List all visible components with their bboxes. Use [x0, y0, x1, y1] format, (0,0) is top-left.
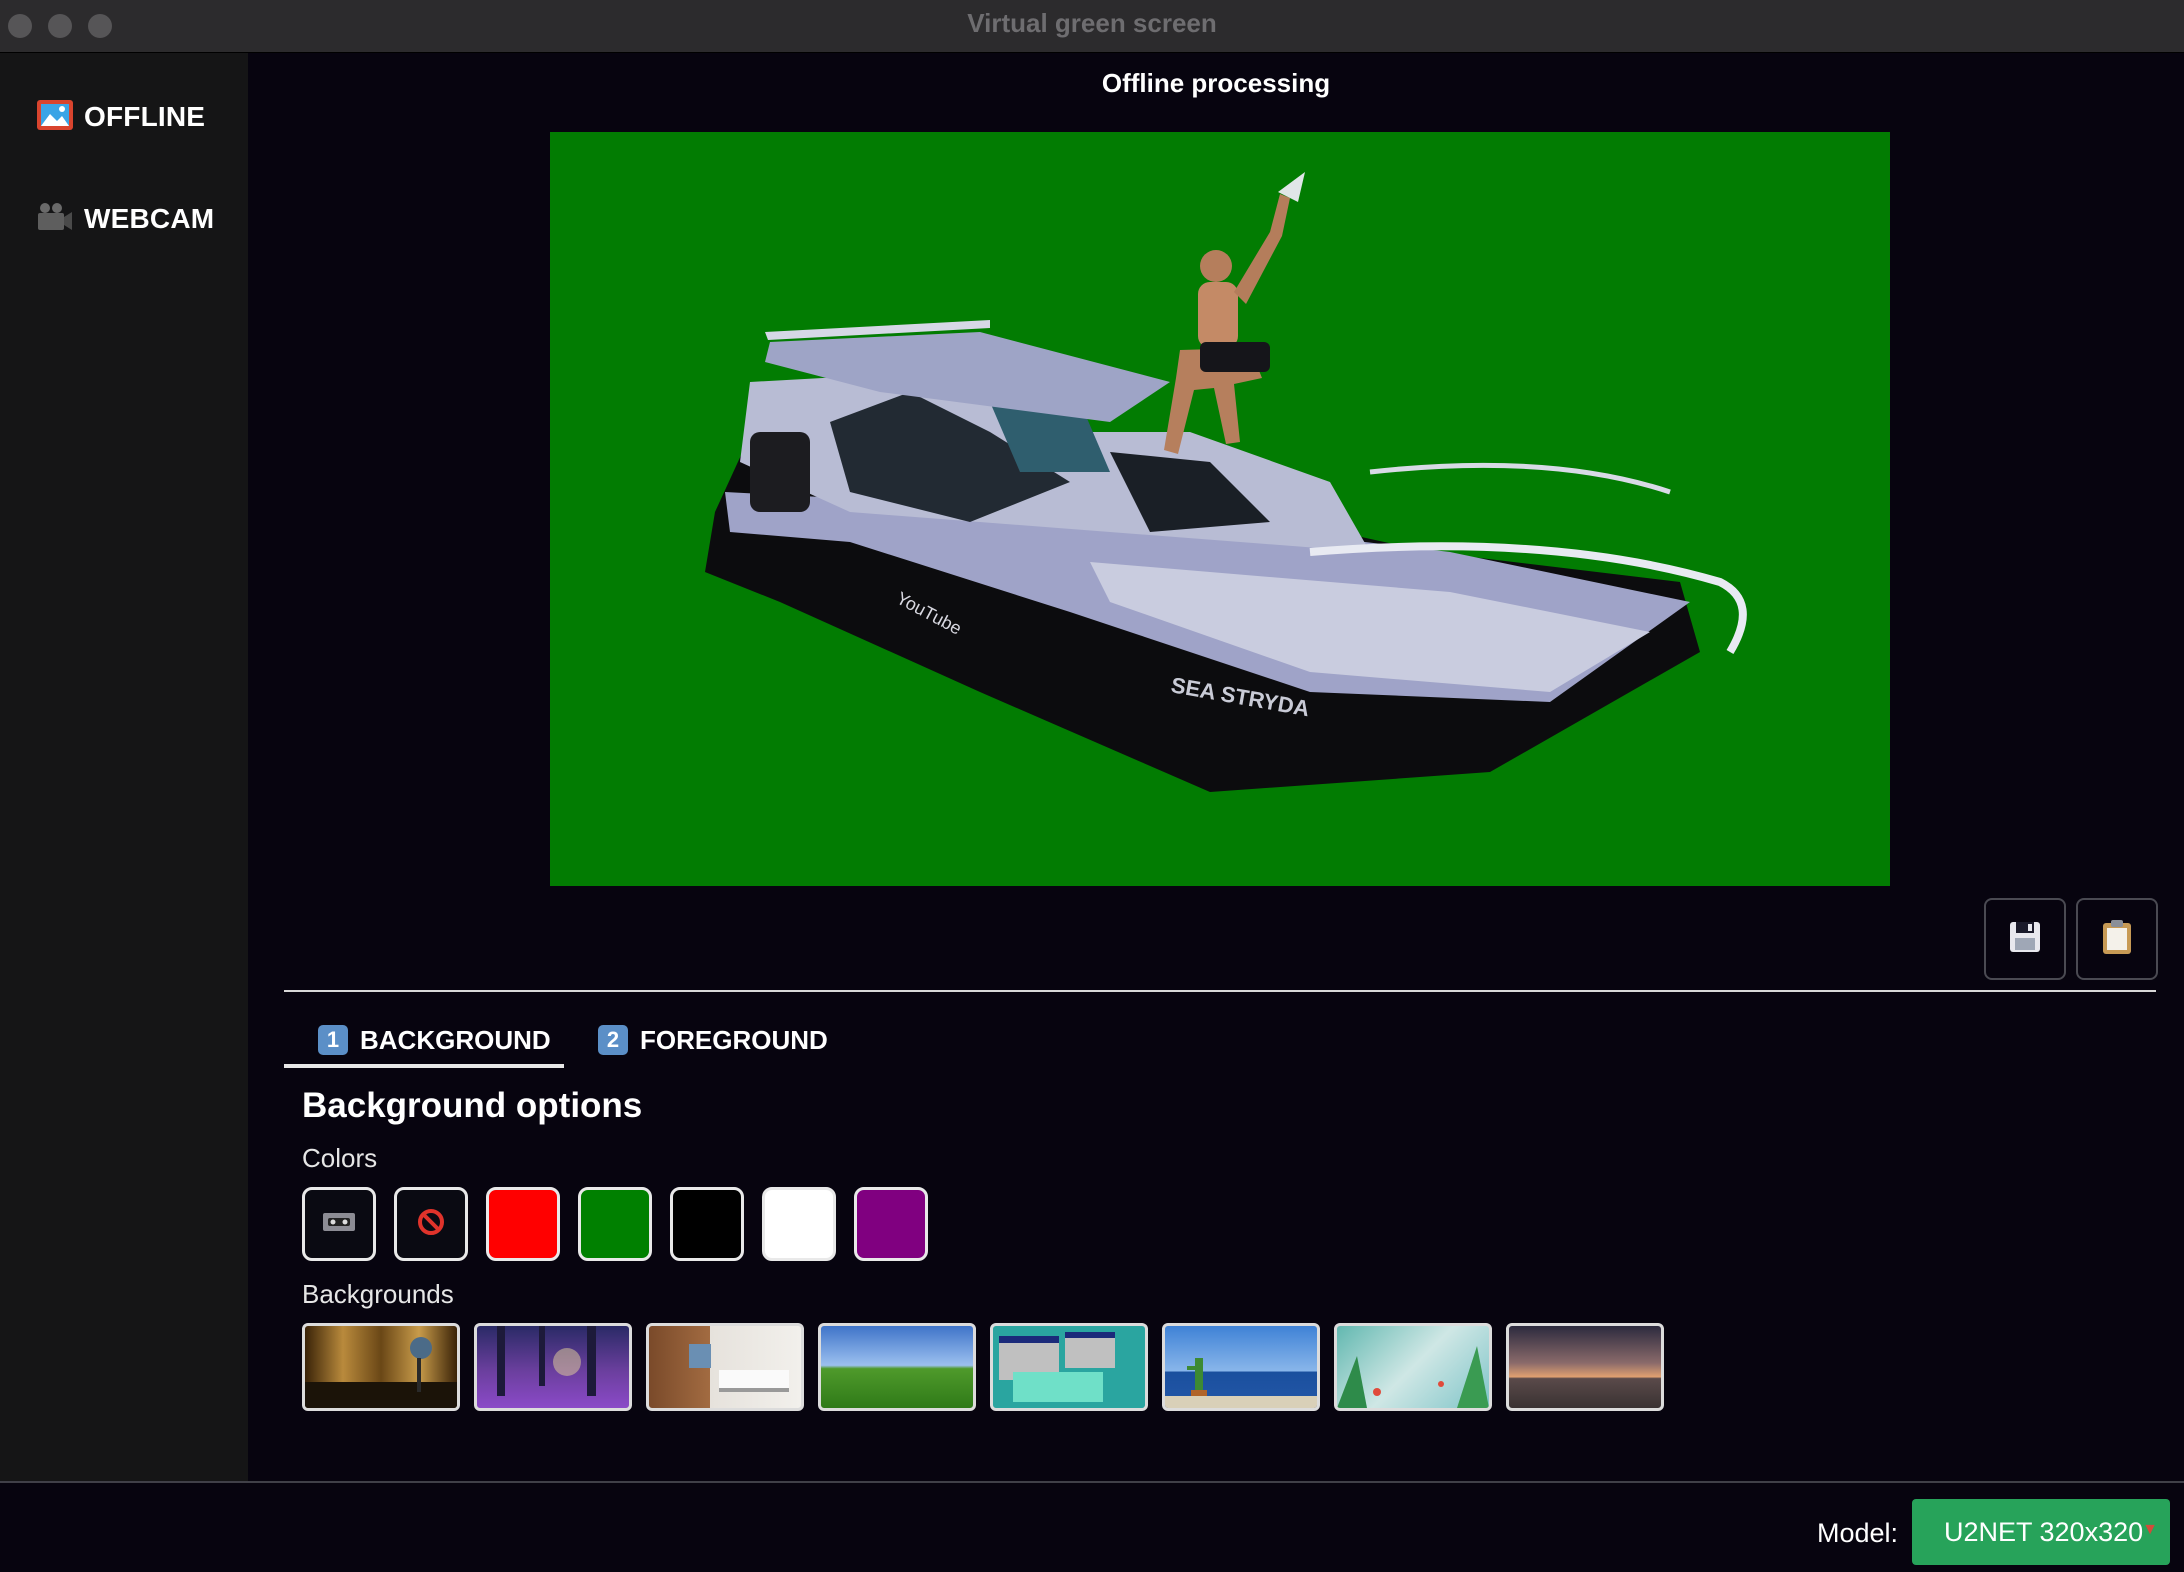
framed-picture-icon — [36, 99, 74, 136]
color-swatch-transparent[interactable] — [302, 1187, 376, 1261]
color-swatch-red[interactable] — [486, 1187, 560, 1261]
background-thumb-wood-office[interactable] — [646, 1323, 804, 1411]
section-divider — [284, 990, 2156, 992]
keycap-two-icon: 2 — [598, 1025, 628, 1055]
color-swatch-green[interactable] — [578, 1187, 652, 1261]
page-title: Offline processing — [1101, 68, 1331, 98]
sidebar-item-webcam[interactable]: WEBCAM — [36, 197, 214, 241]
background-thumb-purple-forest[interactable] — [474, 1323, 632, 1411]
sidebar-item-label: WEBCAM — [84, 203, 215, 234]
window-title: Virtual green screen — [967, 8, 1217, 38]
backgrounds-label: Backgrounds — [302, 1279, 454, 1309]
sidebar-item-label: OFFLINE — [84, 101, 206, 132]
copy-to-clipboard-button[interactable] — [2076, 898, 2158, 980]
chevron-down-icon: ▼ — [2142, 1521, 2158, 1538]
boat-cutout-image: SEA STRYDA YouTube — [705, 172, 1747, 792]
colors-label: Colors — [302, 1143, 378, 1173]
video-cassette-icon — [322, 1211, 356, 1238]
preview-image: SEA STRYDA YouTube — [550, 132, 1890, 886]
background-thumb-tropical-leaves[interactable] — [1334, 1323, 1492, 1411]
model-select[interactable]: U2NET 320x320 ▼ — [1912, 1499, 2170, 1565]
model-label: Model: — [1816, 1518, 1898, 1548]
sidebar-item-offline[interactable]: OFFLINE — [36, 95, 205, 139]
no-entry-sign-icon — [416, 1207, 446, 1242]
color-swatch-white[interactable] — [762, 1187, 836, 1261]
color-swatch-black[interactable] — [670, 1187, 744, 1261]
save-button[interactable] — [1984, 898, 2066, 980]
movie-camera-icon — [36, 201, 74, 238]
color-swatch-purple[interactable] — [854, 1187, 928, 1261]
background-thumb-green-hill[interactable] — [818, 1323, 976, 1411]
background-thumb-sea-cactus[interactable] — [1162, 1323, 1320, 1411]
clipboard-icon — [2100, 918, 2134, 961]
background-thumb-sunset-beach[interactable] — [1506, 1323, 1664, 1411]
color-swatch-none[interactable] — [394, 1187, 468, 1261]
footer-divider — [0, 1481, 2184, 1483]
active-tab-indicator — [284, 1064, 564, 1068]
keycap-one-icon: 1 — [318, 1025, 348, 1055]
model-select-value: U2NET 320x320 — [1944, 1516, 2144, 1547]
tab-foreground[interactable]: 2 FOREGROUND — [598, 1012, 828, 1068]
background-thumb-theater-stage[interactable] — [302, 1323, 460, 1411]
tab-label: BACKGROUND — [360, 1024, 551, 1055]
title-bar: Virtual green screen — [0, 0, 2184, 53]
tab-label: FOREGROUND — [640, 1024, 828, 1055]
background-thumb-retro-desktop[interactable] — [990, 1323, 1148, 1411]
options-title: Background options — [302, 1086, 643, 1125]
sidebar: OFFLINE WEBCAM — [0, 53, 248, 1481]
tab-background[interactable]: 1 BACKGROUND — [318, 1012, 551, 1068]
floppy-disk-icon — [2008, 920, 2042, 959]
